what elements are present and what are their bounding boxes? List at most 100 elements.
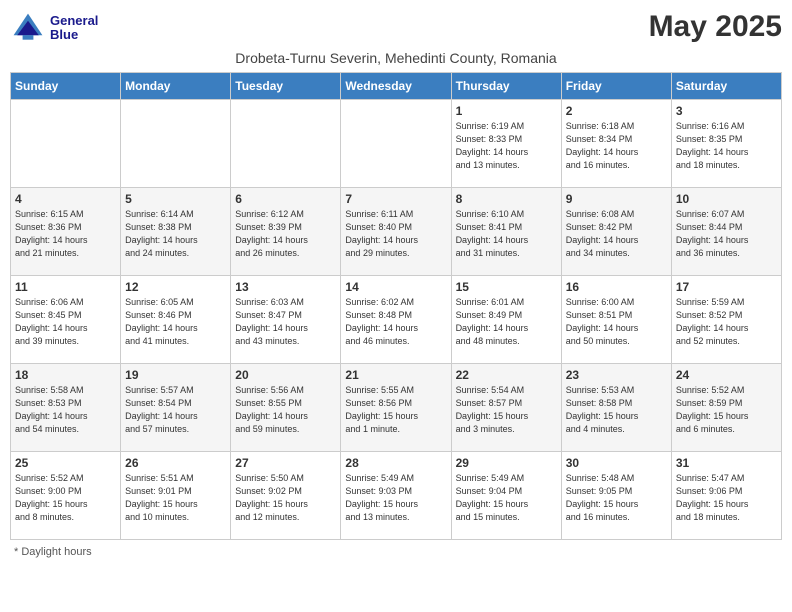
day-info: Sunrise: 5:49 AMSunset: 9:03 PMDaylight:… — [345, 472, 446, 524]
day-number: 4 — [15, 192, 116, 206]
logo-line2: Blue — [50, 28, 98, 42]
day-info: Sunrise: 6:10 AMSunset: 8:41 PMDaylight:… — [456, 208, 557, 260]
day-info: Sunrise: 5:48 AMSunset: 9:05 PMDaylight:… — [566, 472, 667, 524]
day-number: 7 — [345, 192, 446, 206]
calendar-cell — [231, 100, 341, 188]
day-number: 3 — [676, 104, 777, 118]
day-info: Sunrise: 6:07 AMSunset: 8:44 PMDaylight:… — [676, 208, 777, 260]
calendar-cell: 19 Sunrise: 5:57 AMSunset: 8:54 PMDayligh… — [121, 364, 231, 452]
calendar-cell: 13 Sunrise: 6:03 AMSunset: 8:47 PMDayligh… — [231, 276, 341, 364]
day-number: 16 — [566, 280, 667, 294]
weekday-tuesday: Tuesday — [231, 73, 341, 100]
week-row-1: 1 Sunrise: 6:19 AMSunset: 8:33 PMDaylight… — [11, 100, 782, 188]
calendar-cell: 9 Sunrise: 6:08 AMSunset: 8:42 PMDaylight… — [561, 188, 671, 276]
day-info: Sunrise: 5:47 AMSunset: 9:06 PMDaylight:… — [676, 472, 777, 524]
day-number: 10 — [676, 192, 777, 206]
day-info: Sunrise: 5:53 AMSunset: 8:58 PMDaylight:… — [566, 384, 667, 436]
day-info: Sunrise: 5:58 AMSunset: 8:53 PMDaylight:… — [15, 384, 116, 436]
weekday-wednesday: Wednesday — [341, 73, 451, 100]
day-number: 21 — [345, 368, 446, 382]
day-info: Sunrise: 6:18 AMSunset: 8:34 PMDaylight:… — [566, 120, 667, 172]
footer-note-text: Daylight hours — [21, 546, 91, 558]
day-number: 1 — [456, 104, 557, 118]
calendar-cell — [341, 100, 451, 188]
day-info: Sunrise: 5:59 AMSunset: 8:52 PMDaylight:… — [676, 296, 777, 348]
day-number: 15 — [456, 280, 557, 294]
calendar-cell: 25 Sunrise: 5:52 AMSunset: 9:00 PMDayligh… — [11, 452, 121, 540]
calendar-cell: 26Sunrise: 5:51 AMSunset: 9:01 PMDayligh… — [121, 452, 231, 540]
day-info: Sunrise: 5:52 AMSunset: 9:00 PMDaylight:… — [15, 472, 116, 524]
day-info: Sunrise: 5:57 AMSunset: 8:54 PMDaylight:… — [125, 384, 226, 436]
logo-line1: General — [50, 14, 98, 28]
day-number: 2 — [566, 104, 667, 118]
calendar-cell: 2 Sunrise: 6:18 AMSunset: 8:34 PMDaylight… — [561, 100, 671, 188]
calendar-table: SundayMondayTuesdayWednesdayThursdayFrid… — [10, 72, 782, 540]
footer-note: * Daylight hours — [10, 546, 782, 558]
calendar-cell: 8 Sunrise: 6:10 AMSunset: 8:41 PMDaylight… — [451, 188, 561, 276]
calendar-cell: 3 Sunrise: 6:16 AMSunset: 8:35 PMDaylight… — [671, 100, 781, 188]
day-info: Sunrise: 6:16 AMSunset: 8:35 PMDaylight:… — [676, 120, 777, 172]
day-info: Sunrise: 6:19 AMSunset: 8:33 PMDaylight:… — [456, 120, 557, 172]
main-title: May 2025 — [649, 10, 782, 44]
logo: General Blue — [10, 10, 98, 46]
week-row-3: 11Sunrise: 6:06 AMSunset: 8:45 PMDayligh… — [11, 276, 782, 364]
day-info: Sunrise: 5:51 AMSunset: 9:01 PMDaylight:… — [125, 472, 226, 524]
logo-text: General Blue — [50, 14, 98, 43]
day-number: 14 — [345, 280, 446, 294]
day-number: 25 — [15, 456, 116, 470]
day-number: 9 — [566, 192, 667, 206]
calendar-cell: 12 Sunrise: 6:05 AMSunset: 8:46 PMDayligh… — [121, 276, 231, 364]
title-block: May 2025 — [649, 10, 782, 44]
day-info: Sunrise: 5:52 AMSunset: 8:59 PMDaylight:… — [676, 384, 777, 436]
day-info: Sunrise: 6:00 AMSunset: 8:51 PMDaylight:… — [566, 296, 667, 348]
calendar-cell: 28 Sunrise: 5:49 AMSunset: 9:03 PMDayligh… — [341, 452, 451, 540]
calendar-cell: 24 Sunrise: 5:52 AMSunset: 8:59 PMDayligh… — [671, 364, 781, 452]
calendar-cell: 31Sunrise: 5:47 AMSunset: 9:06 PMDayligh… — [671, 452, 781, 540]
day-info: Sunrise: 6:14 AMSunset: 8:38 PMDaylight:… — [125, 208, 226, 260]
day-number: 23 — [566, 368, 667, 382]
calendar-cell: 20Sunrise: 5:56 AMSunset: 8:55 PMDayligh… — [231, 364, 341, 452]
calendar-cell: 18 Sunrise: 5:58 AMSunset: 8:53 PMDayligh… — [11, 364, 121, 452]
weekday-saturday: Saturday — [671, 73, 781, 100]
weekday-sunday: Sunday — [11, 73, 121, 100]
calendar-cell: 11Sunrise: 6:06 AMSunset: 8:45 PMDayligh… — [11, 276, 121, 364]
calendar-cell: 27 Sunrise: 5:50 AMSunset: 9:02 PMDayligh… — [231, 452, 341, 540]
day-number: 6 — [235, 192, 336, 206]
day-number: 19 — [125, 368, 226, 382]
day-number: 29 — [456, 456, 557, 470]
day-info: Sunrise: 6:03 AMSunset: 8:47 PMDaylight:… — [235, 296, 336, 348]
day-info: Sunrise: 5:50 AMSunset: 9:02 PMDaylight:… — [235, 472, 336, 524]
day-number: 28 — [345, 456, 446, 470]
calendar-cell: 29Sunrise: 5:49 AMSunset: 9:04 PMDayligh… — [451, 452, 561, 540]
calendar-cell: 14 Sunrise: 6:02 AMSunset: 8:48 PMDayligh… — [341, 276, 451, 364]
day-number: 18 — [15, 368, 116, 382]
calendar: SundayMondayTuesdayWednesdayThursdayFrid… — [10, 72, 782, 540]
calendar-cell: 21Sunrise: 5:55 AMSunset: 8:56 PMDayligh… — [341, 364, 451, 452]
calendar-cell: 7Sunrise: 6:11 AMSunset: 8:40 PMDaylight… — [341, 188, 451, 276]
day-number: 27 — [235, 456, 336, 470]
day-info: Sunrise: 6:05 AMSunset: 8:46 PMDaylight:… — [125, 296, 226, 348]
calendar-cell: 23 Sunrise: 5:53 AMSunset: 8:58 PMDayligh… — [561, 364, 671, 452]
day-number: 12 — [125, 280, 226, 294]
day-info: Sunrise: 6:08 AMSunset: 8:42 PMDaylight:… — [566, 208, 667, 260]
calendar-cell: 5Sunrise: 6:14 AMSunset: 8:38 PMDaylight… — [121, 188, 231, 276]
day-number: 24 — [676, 368, 777, 382]
page-header: General Blue May 2025 — [10, 10, 782, 46]
day-number: 13 — [235, 280, 336, 294]
day-number: 20 — [235, 368, 336, 382]
day-info: Sunrise: 6:02 AMSunset: 8:48 PMDaylight:… — [345, 296, 446, 348]
weekday-thursday: Thursday — [451, 73, 561, 100]
calendar-cell: 6 Sunrise: 6:12 AMSunset: 8:39 PMDaylight… — [231, 188, 341, 276]
day-info: Sunrise: 5:54 AMSunset: 8:57 PMDaylight:… — [456, 384, 557, 436]
day-info: Sunrise: 6:15 AMSunset: 8:36 PMDaylight:… — [15, 208, 116, 260]
day-number: 8 — [456, 192, 557, 206]
calendar-cell: 22Sunrise: 5:54 AMSunset: 8:57 PMDayligh… — [451, 364, 561, 452]
calendar-cell: 15Sunrise: 6:01 AMSunset: 8:49 PMDayligh… — [451, 276, 561, 364]
calendar-cell: 17Sunrise: 5:59 AMSunset: 8:52 PMDayligh… — [671, 276, 781, 364]
week-row-4: 18 Sunrise: 5:58 AMSunset: 8:53 PMDayligh… — [11, 364, 782, 452]
logo-icon — [10, 10, 46, 46]
day-info: Sunrise: 6:12 AMSunset: 8:39 PMDaylight:… — [235, 208, 336, 260]
week-row-5: 25 Sunrise: 5:52 AMSunset: 9:00 PMDayligh… — [11, 452, 782, 540]
calendar-cell — [11, 100, 121, 188]
week-row-2: 4 Sunrise: 6:15 AMSunset: 8:36 PMDaylight… — [11, 188, 782, 276]
